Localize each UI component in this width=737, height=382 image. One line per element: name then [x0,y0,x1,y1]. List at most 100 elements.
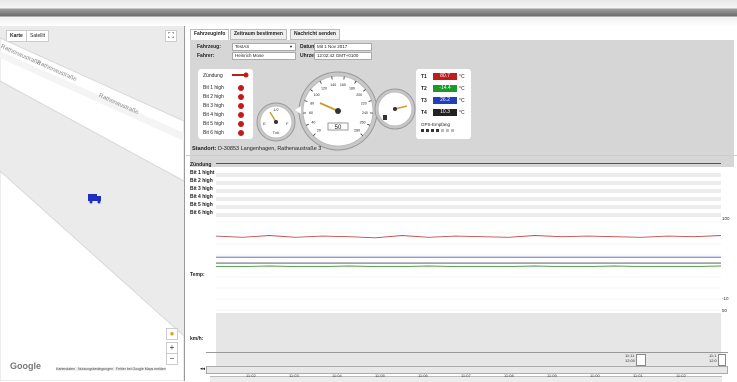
temp-row-label: Temp: [190,272,205,278]
temp-sensor-label: T3 [421,98,427,104]
ignition-row-label: Zündung [190,162,211,168]
bit-row-label: Bit 6 high [190,210,213,216]
date-field: Mit 1 Nov 2017 [314,43,372,51]
speed-tick-label: 200 [356,93,362,97]
tab-vehicle-info[interactable]: Fahrzeuginfo [190,29,229,40]
timeline-tick-label: 11:04 [332,373,342,378]
bit-row-label: Bit 1 hight [190,170,214,176]
speed-tick-label: 40 [311,121,315,125]
zoom-out-button[interactable]: − [166,353,178,365]
bit-4-label: Bit 4 high [203,112,224,118]
report-error-link[interactable]: Fehler bei Google Maps melden [116,367,166,371]
temp-unit: °C [459,86,465,92]
speedometer: 20406080100120140160180200220240260280 5… [298,71,378,151]
gps-signal-bar [421,129,424,132]
location-row: Standort: D-30853 Langenhagen, Rathenaus… [192,146,321,152]
speed-tick-label: 160 [340,83,346,87]
temp-sensor-label: T1 [421,74,427,80]
temp-axis-max: 100 [722,216,730,221]
arrow-left-icon[interactable] [295,106,301,114]
vehicle-panel: Fahrzeuginfo Zeitraum bestimmen Nachrich… [186,26,737,381]
divider [186,155,737,156]
nav-time: 12:00 [625,358,635,363]
scroll-left-icon[interactable]: ◂◂ [200,366,205,372]
map-footer: Kartendaten Nutzungsbedingungen Fehler b… [56,367,166,371]
tank-label: Tnk [273,130,280,135]
vehicle-value: TestAS [235,44,249,49]
truck-icon[interactable] [88,193,102,204]
gps-signal-bar [426,129,429,132]
vehicle-select[interactable]: TestAS ▼ [232,43,296,51]
bit-5-indicator [238,121,244,127]
timeline-tick-label: 11:05 [375,373,385,378]
speed-tick-label: 60 [309,111,313,115]
temp-unit: °C [459,110,465,116]
timeline-tick-label: 11:08 [504,373,514,378]
fuel-gauge [374,88,416,130]
navigator-area: 11:11 12:00 11:1 12:0 ◂◂ 11:0211:0311:04… [206,347,728,381]
bit-row-label: Bit 3 high [190,186,213,192]
bit-row-label: Bit 4 high [190,194,213,200]
timeline-tick-label: 11:02 [246,373,256,378]
speed-readout: 50 [335,125,342,131]
tab-send-message[interactable]: Nachricht senden [290,29,340,40]
speed-tick-label: 220 [361,102,367,106]
bit-2-indicator [238,94,244,100]
timeline-tick-label: 11:00 [590,373,600,378]
bit-1-indicator [238,85,244,91]
nav-time: 12:0 [709,358,717,363]
gps-label: GPS-Empfang [421,122,450,127]
temp-sensor-value: 80.7 [433,73,457,80]
driver-field: Heinrich Mose [232,52,296,60]
gauge-tick: 1/2 [273,107,279,112]
header-bar [0,0,737,26]
temp-sensor-label: T2 [421,86,427,92]
bit-row-label: Bit 2 high [190,178,213,184]
timeline-tick-label: 11:07 [461,373,471,378]
temp-sensor-value: 26.2 [433,97,457,104]
speed-tick-mark [344,77,345,80]
gps-signal-bar [441,129,444,132]
tank-gauge: 1/2 E F Tnk [256,102,296,142]
chevron-down-icon: ▼ [289,44,293,50]
speed-tick-label: 240 [362,111,368,115]
terms-link[interactable]: Nutzungsbedingungen [78,367,113,371]
speed-tick-label: 120 [321,86,327,90]
gps-signal [421,129,467,133]
pegman-icon[interactable]: ● [166,328,178,340]
temp-sensor-value: 10.3 [433,109,457,116]
bit-1-label: Bit 1 high [203,85,224,91]
map-panel[interactable]: Karte Satellit ⛶ Rathenaustraße Rathenau… [0,26,185,381]
bit-4-indicator [238,112,244,118]
speed-tick-label: 100 [314,93,320,97]
speed-tick-label: 20 [317,129,321,133]
speed-tick-label: 280 [354,129,360,133]
temp-unit: °C [459,74,465,80]
temp-axis-mid: -10 [722,296,729,301]
vehicle-label: Fahrzeug: [197,44,221,50]
speed-tick-label: 80 [310,102,314,106]
time-field: 12:02:42 GMT+0100 [314,52,372,60]
temp-sensor-value: -14.4 [433,85,457,92]
bit-6-indicator [238,130,244,136]
bit-2-label: Bit 2 high [203,94,224,100]
tab-period[interactable]: Zeitraum bestimmen [230,29,287,40]
gps-signal-bar [431,129,434,132]
driver-label: Fahrer: [197,53,214,59]
temp-unit: °C [459,98,465,104]
temp-sensor-label: T4 [421,110,427,116]
ignition-track [216,163,721,164]
navigator-handle-left[interactable] [636,354,646,366]
map-data-link[interactable]: Kartendaten [56,367,75,371]
key-icon [232,72,250,78]
speed-row-label: km/h: [190,336,203,342]
bit-row-label: Bit 5 high [190,202,213,208]
timeline-tick-label: 11:01 [633,373,643,378]
location-label: Standort: [192,146,216,152]
ignition-label: Zündung [203,73,223,79]
location-value: D-30853 Langenhagen, Rathenaustraße 3 [218,146,321,152]
temperature-plot [216,218,721,368]
speed-tick-label: 180 [349,86,355,90]
navigator-line [206,352,728,353]
navigator-handle-right[interactable] [718,354,726,366]
